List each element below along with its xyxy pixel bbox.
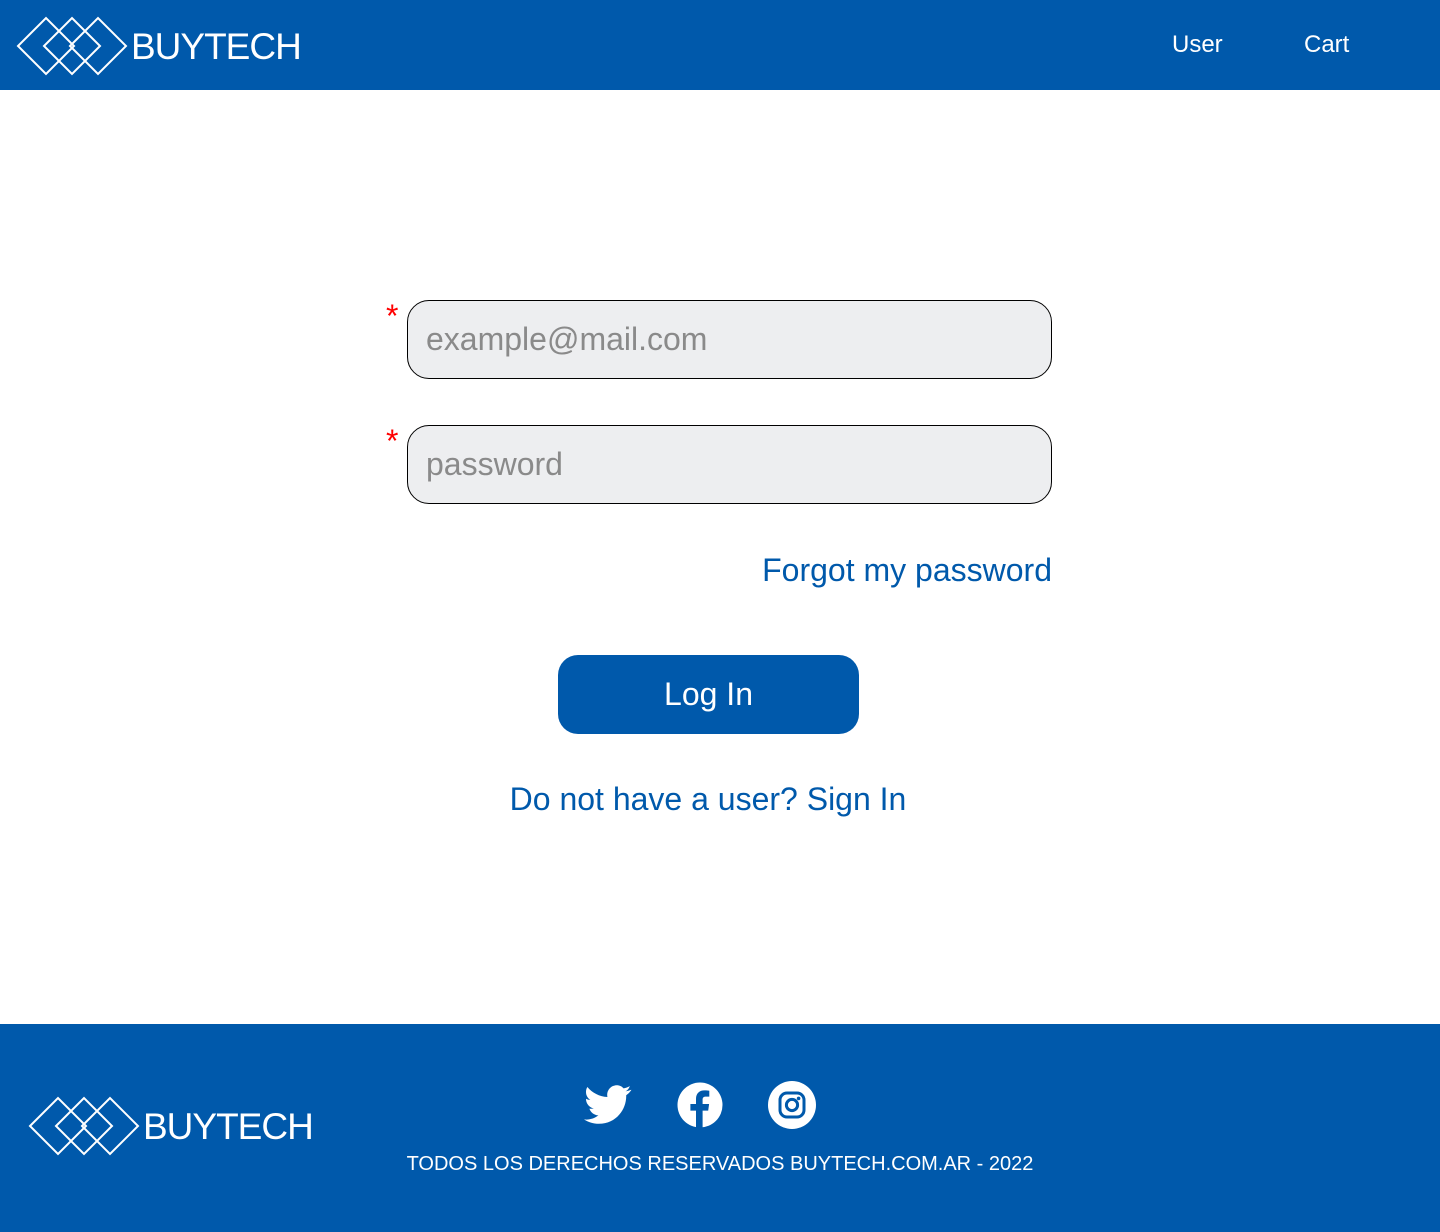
facebook-icon[interactable] bbox=[675, 1080, 725, 1130]
nav-cart-link[interactable]: Cart bbox=[1304, 30, 1349, 60]
forgot-password-link[interactable]: Forgot my password bbox=[762, 550, 1052, 590]
instagram-icon[interactable] bbox=[767, 1080, 817, 1130]
copyright-text: TODOS LOS DERECHOS RESERVADOS BUYTECH.CO… bbox=[406, 1153, 1034, 1175]
email-required-marker: * bbox=[386, 298, 399, 334]
password-field[interactable] bbox=[407, 425, 1052, 504]
nav-user-link[interactable]: User bbox=[1172, 30, 1223, 60]
footer-logo[interactable]: BUYTECH bbox=[28, 1094, 314, 1158]
logo-wordmark: BUYTECH bbox=[131, 25, 302, 67]
site-header: BUYTECH User Cart bbox=[0, 0, 1440, 90]
password-required-marker: * bbox=[386, 423, 399, 459]
email-field[interactable] bbox=[407, 300, 1052, 379]
logo-mark-icon bbox=[16, 16, 128, 76]
logo-mark-icon bbox=[28, 1096, 140, 1156]
login-button[interactable]: Log In bbox=[558, 655, 859, 734]
header-logo[interactable]: BUYTECH bbox=[16, 14, 302, 78]
twitter-icon[interactable] bbox=[583, 1080, 633, 1130]
footer-logo-wordmark: BUYTECH bbox=[143, 1105, 314, 1147]
site-footer: BUYTECH TODOS LOS DERECHOS RESERVADOS BU… bbox=[0, 1024, 1440, 1232]
signin-link[interactable]: Do not have a user? Sign In bbox=[0, 779, 1416, 819]
